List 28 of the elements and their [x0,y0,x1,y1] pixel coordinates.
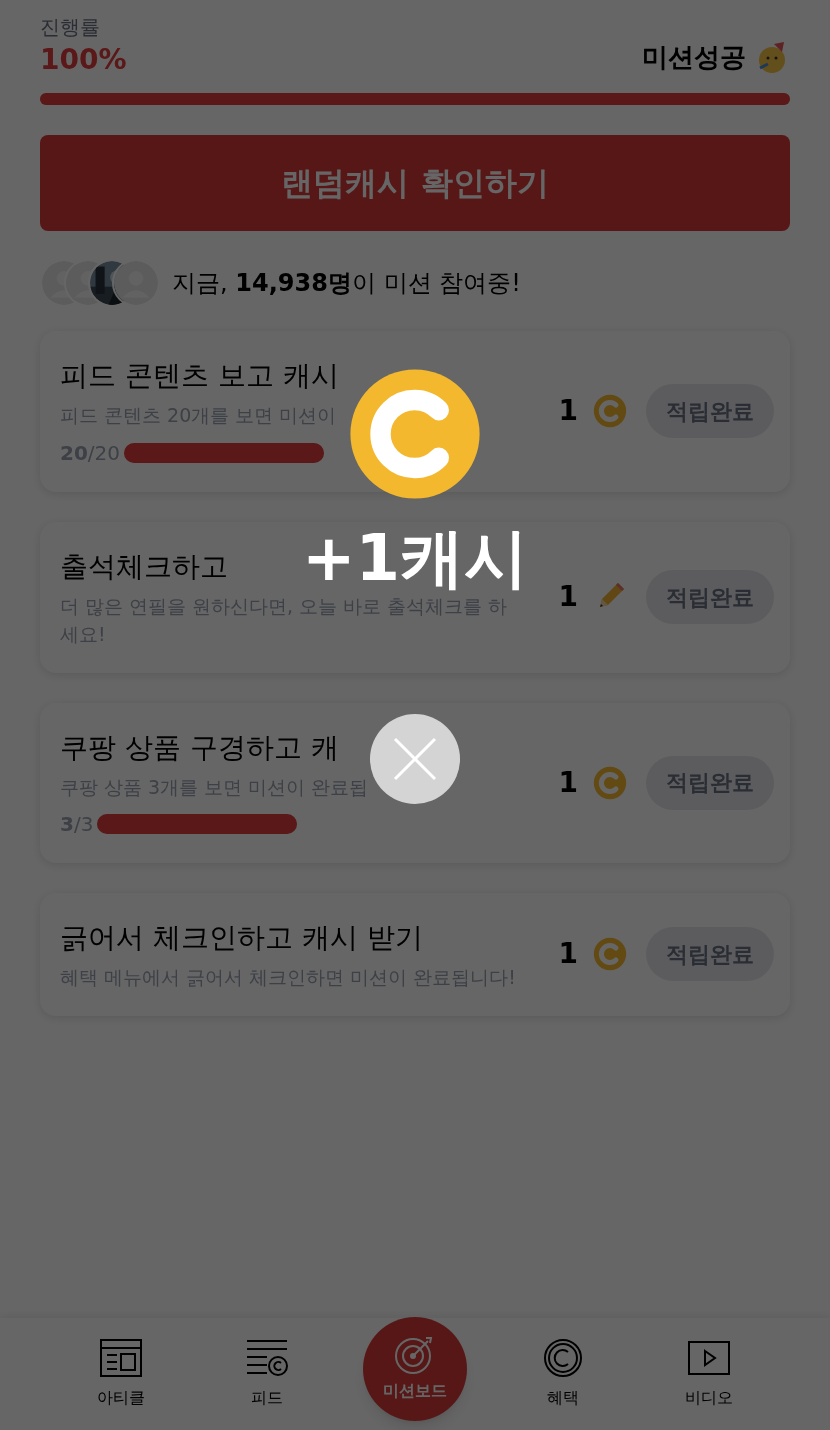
mission-title: 출석체크하고 [60,548,228,585]
coin-icon [593,394,627,429]
reward-popup-text: +1캐시 [301,526,529,590]
coin-icon [593,765,627,800]
nav-tab[interactable]: 미션보드 [363,1317,467,1421]
mission-title: 쿠팡 상품 구경하고 캐 [60,729,339,766]
participants-text: 지금, 14,938명이 미션 참여중! [172,268,521,299]
close-icon [393,737,437,781]
reward-amount: 1 [558,579,578,615]
article-icon [99,1338,143,1378]
nav-tab[interactable]: 피드 [217,1338,317,1410]
mission-title: 긁어서 체크인하고 캐시 받기 [60,920,423,956]
progress-label: 진행률 [40,14,101,41]
video-icon [687,1338,731,1378]
nav-tab[interactable]: 아티클 [71,1338,171,1410]
random-cash-button[interactable]: 랜덤캐시 확인하기 [40,135,790,231]
feed-icon [245,1338,289,1378]
reward-amount: 1 [558,936,578,973]
avatar-icon [112,259,160,307]
reward-amount: 1 [558,393,578,430]
mission-status: 미션성공 [642,41,746,74]
nav-tab[interactable]: 비디오 [659,1338,759,1410]
coin-outline-icon [541,1338,585,1378]
progress-percent: 100% [40,42,127,77]
coin-icon [593,937,627,972]
nav-tab[interactable]: 혜택 [513,1338,613,1410]
reward-amount: 1 [558,764,578,801]
mission-title: 피드 콘텐츠 보고 캐시 [60,358,339,394]
